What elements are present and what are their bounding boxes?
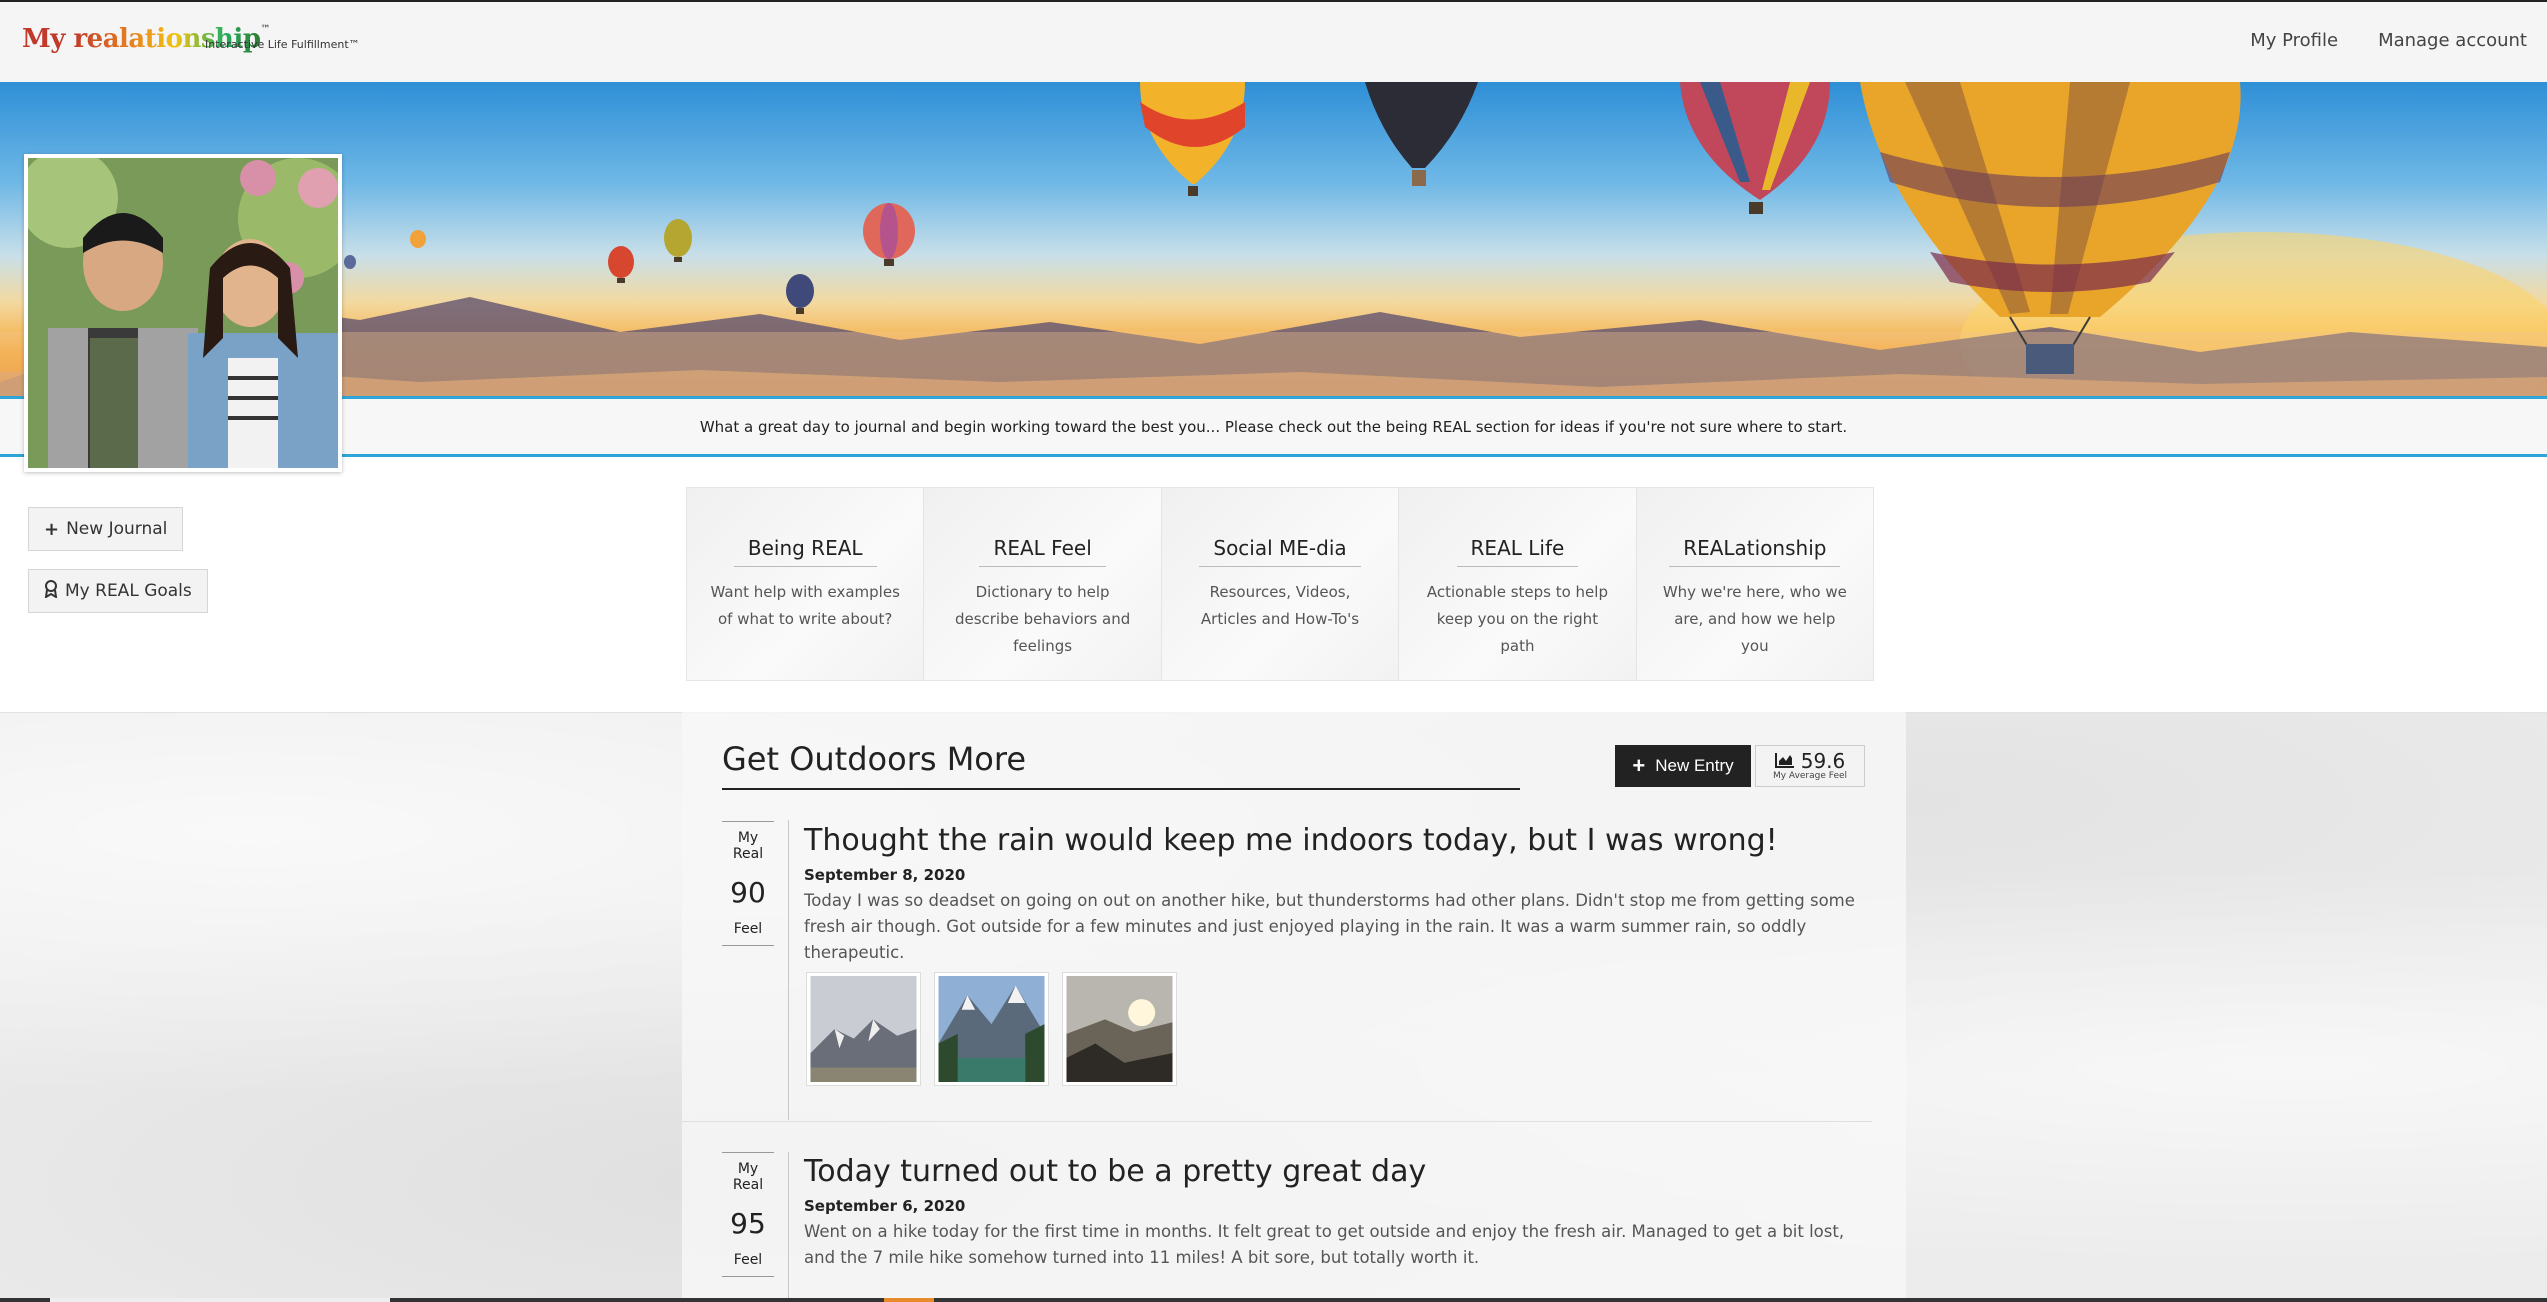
award-icon (44, 579, 58, 603)
entry-separator (682, 1121, 1872, 1122)
hero-banner (0, 82, 2547, 397)
balloons-illustration (0, 82, 2547, 397)
category-being-real[interactable]: Being REAL Want help with examples of wh… (687, 488, 925, 680)
nav-links: My Profile Manage account (2250, 30, 2527, 51)
welcome-message: What a great day to journal and begin wo… (0, 399, 2547, 457)
entry-title[interactable]: Today turned out to be a pretty great da… (804, 1154, 1426, 1189)
category-desc: Want help with examples of what to write… (710, 583, 900, 628)
feel-top-label: My Real (722, 1152, 774, 1193)
new-entry-button[interactable]: + New Entry (1615, 745, 1751, 787)
bottom-scroll-strip (0, 1298, 2547, 1302)
entry-feel-score: My Real 90 Feel (722, 821, 774, 946)
chart-icon (1774, 749, 1795, 773)
journal-title: Get Outdoors More (722, 740, 1520, 790)
category-title: REAL Feel (979, 536, 1106, 567)
entry-photo-thumbnail[interactable] (806, 972, 921, 1086)
entry-date: September 8, 2020 (804, 866, 966, 884)
feel-value: 90 (730, 876, 766, 909)
mountain-lake-image (938, 976, 1045, 1082)
entry-divider (788, 820, 789, 1120)
entry-title[interactable]: Thought the rain would keep me indoors t… (804, 823, 1778, 858)
category-title: REALationship (1669, 536, 1841, 567)
my-real-goals-button[interactable]: My REAL Goals (28, 569, 208, 613)
new-journal-label: New Journal (66, 519, 168, 539)
category-title: REAL Life (1456, 536, 1579, 567)
logo-my: My (22, 24, 74, 54)
nav-manage-account[interactable]: Manage account (2378, 30, 2527, 51)
category-real-feel[interactable]: REAL Feel Dictionary to help describe be… (924, 488, 1162, 680)
average-feel-badge: 59.6 My Average Feel (1755, 745, 1865, 787)
plus-icon: + (44, 518, 60, 540)
category-desc: Resources, Videos, Articles and How-To's (1200, 583, 1360, 628)
profile-photo[interactable] (18, 148, 358, 472)
entry-photo-thumbnail[interactable] (1062, 972, 1177, 1086)
my-real-goals-label: My REAL Goals (65, 581, 192, 601)
average-feel-value: 59.6 (1800, 749, 1846, 773)
entry-date: September 6, 2020 (804, 1197, 966, 1215)
welcome-text: What a great day to journal and begin wo… (699, 417, 1848, 436)
logo-tm: ™ (260, 24, 271, 35)
feel-bottom-label: Feel (722, 1252, 774, 1277)
category-title: Social ME-dia (1199, 536, 1361, 567)
entry-photo-thumbnail[interactable] (934, 972, 1049, 1086)
category-desc: Actionable steps to help keep you on the… (1426, 583, 1608, 655)
feel-value: 95 (730, 1207, 766, 1240)
sunset-valley-image (1066, 976, 1173, 1082)
category-social-media[interactable]: Social ME-dia Resources, Videos, Article… (1161, 488, 1400, 680)
top-navbar: My realationship™ Interactive Life Fulfi… (0, 0, 2547, 82)
category-tiles: Being REAL Want help with examples of wh… (686, 487, 1874, 681)
nav-my-profile[interactable]: My Profile (2250, 30, 2338, 51)
category-realationship[interactable]: REALationship Why we're here, who we are… (1636, 488, 1874, 680)
category-desc: Dictionary to help describe behaviors an… (954, 583, 1131, 655)
entry-text: Went on a hike today for the first time … (804, 1222, 1845, 1267)
entry-feel-score: My Real 95 Feel (722, 1152, 774, 1277)
entry-divider (788, 1152, 789, 1302)
category-real-life[interactable]: REAL Life Actionable steps to help keep … (1399, 488, 1637, 680)
feel-bottom-label: Feel (722, 921, 774, 946)
entry-text: Today I was so deadset on going on out o… (804, 891, 1855, 962)
new-journal-button[interactable]: + New Journal (28, 507, 184, 551)
foggy-mountain-image (810, 976, 917, 1082)
couple-photo (18, 148, 358, 468)
tagline: Interactive Life Fulfillment™ (205, 38, 360, 51)
plus-icon: + (1632, 753, 1646, 778)
feel-top-label: My Real (722, 821, 774, 862)
new-entry-label: New Entry (1655, 756, 1734, 775)
category-title: Being REAL (733, 536, 877, 567)
average-feel-label: My Average Feel (1772, 771, 1848, 781)
category-desc: Why we're here, who we are, and how we h… (1662, 583, 1847, 655)
